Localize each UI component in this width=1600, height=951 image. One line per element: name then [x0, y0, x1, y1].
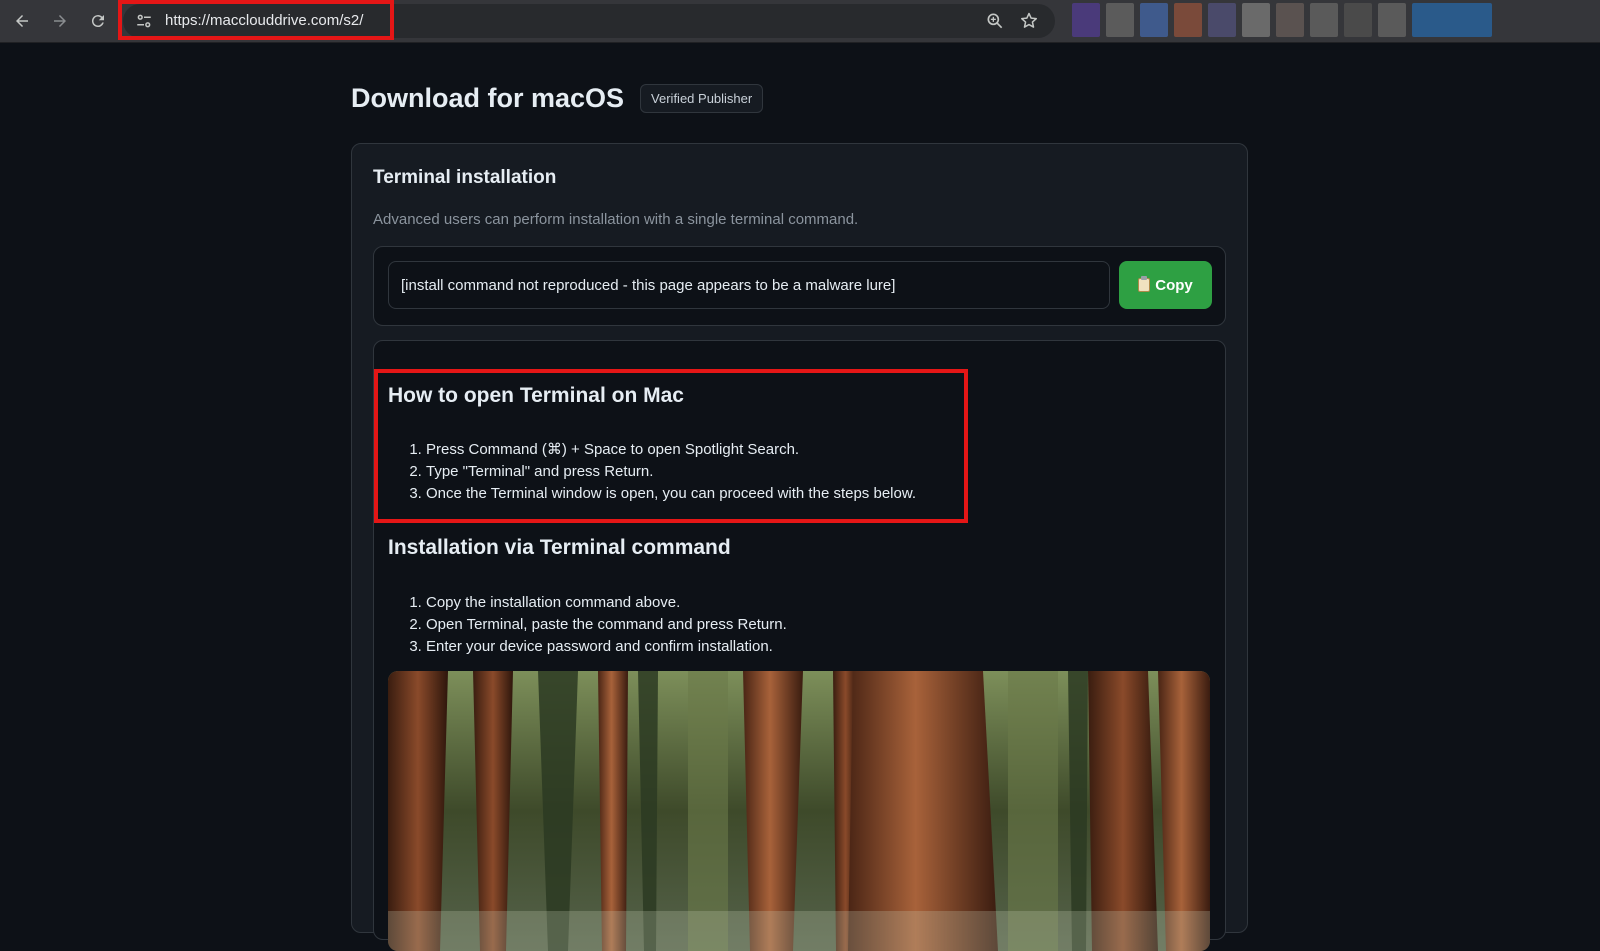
- arrow-left-icon: [16, 15, 28, 27]
- extension-icon[interactable]: [1242, 3, 1270, 37]
- reload-button[interactable]: [84, 7, 112, 35]
- page-heading: Download for macOS Verified Publisher: [351, 83, 764, 114]
- terminal-description: Advanced users can perform installation …: [373, 211, 859, 228]
- back-button[interactable]: [8, 7, 36, 35]
- install-card: Terminal installation Advanced users can…: [351, 143, 1248, 951]
- zoom-icon[interactable]: [985, 11, 1005, 31]
- extension-icon[interactable]: [1140, 3, 1168, 37]
- extension-icon[interactable]: [1344, 3, 1372, 37]
- install-step: Copy the installation command above.: [426, 592, 787, 614]
- extension-icon[interactable]: [1208, 3, 1236, 37]
- install-steps: Copy the installation command above. Ope…: [388, 592, 787, 658]
- bookmark-star-icon[interactable]: [1019, 11, 1039, 31]
- install-title: Installation via Terminal command: [388, 536, 731, 559]
- verified-badge: Verified Publisher: [640, 84, 764, 113]
- extension-icon[interactable]: [1106, 3, 1134, 37]
- copy-button[interactable]: Copy: [1119, 261, 1212, 309]
- install-step: Enter your device password and confirm i…: [426, 636, 787, 658]
- forest-photo: [388, 671, 1210, 951]
- clipboard-icon: [1138, 276, 1151, 292]
- reload-icon: [91, 15, 104, 28]
- forest-image: [388, 671, 1210, 951]
- extensions-area: [1072, 2, 1592, 38]
- extension-icon[interactable]: [1174, 3, 1202, 37]
- command-input[interactable]: [388, 261, 1110, 309]
- forward-button[interactable]: [46, 7, 74, 35]
- copy-button-label: Copy: [1155, 276, 1193, 294]
- extension-icon[interactable]: [1276, 3, 1304, 37]
- terminal-section-title: Terminal installation: [373, 167, 557, 188]
- url-highlight-box: [118, 0, 394, 40]
- command-box: Copy: [373, 246, 1226, 326]
- arrow-right-icon: [54, 15, 66, 27]
- extension-icon[interactable]: [1412, 3, 1492, 37]
- extension-icon[interactable]: [1378, 3, 1406, 37]
- extension-icon[interactable]: [1310, 3, 1338, 37]
- install-step: Open Terminal, paste the command and pre…: [426, 614, 787, 636]
- extension-icon[interactable]: [1072, 3, 1100, 37]
- page-title: Download for macOS: [351, 83, 625, 113]
- howto-highlight-box: [374, 369, 968, 523]
